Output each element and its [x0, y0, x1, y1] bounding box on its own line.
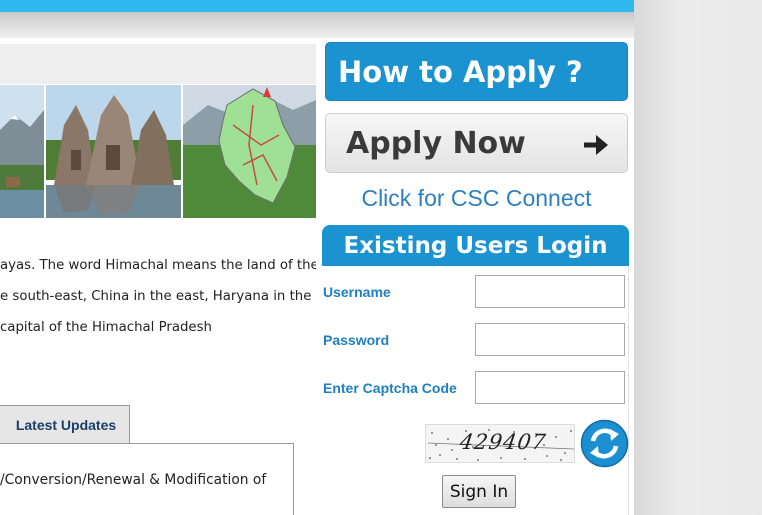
- apply-now-button[interactable]: Apply Now: [325, 113, 628, 173]
- how-to-apply-label: How to Apply ?: [338, 54, 583, 89]
- refresh-captcha-icon[interactable]: [580, 419, 629, 468]
- temple-photo: [46, 85, 181, 218]
- header-shadow: [0, 12, 634, 38]
- himachal-map-photo: [183, 85, 316, 218]
- page-background-right: [634, 0, 762, 515]
- password-field[interactable]: [475, 323, 625, 356]
- login-heading: Existing Users Login: [322, 225, 629, 266]
- about-text-line: e south-east, China in the east, Haryana…: [0, 289, 312, 304]
- captcha-image: 429407: [425, 424, 575, 463]
- password-label: Password: [323, 332, 390, 348]
- arrow-right-icon: [584, 135, 608, 155]
- username-label: Username: [323, 284, 391, 300]
- sign-in-button[interactable]: Sign In: [442, 475, 516, 508]
- about-text-line: ayas. The word Himachal means the land o…: [0, 258, 316, 273]
- mountain-photo: [0, 85, 44, 218]
- username-field[interactable]: [475, 275, 625, 308]
- about-text-line: capital of the Himachal Pradesh: [0, 320, 212, 335]
- captcha-label: Enter Captcha Code: [323, 380, 457, 396]
- apply-now-label: Apply Now: [346, 125, 526, 161]
- top-header-bar: [0, 0, 634, 12]
- tab-latest-updates[interactable]: Latest Updates: [0, 405, 130, 444]
- captcha-field[interactable]: [475, 371, 625, 404]
- main-page: ayas. The word Himachal means the land o…: [0, 0, 634, 515]
- captcha-text: 429407: [458, 430, 548, 454]
- how-to-apply-button[interactable]: How to Apply ?: [325, 42, 628, 101]
- csc-connect-link[interactable]: Click for CSC Connect: [325, 185, 628, 212]
- section-title-strip: [0, 44, 316, 84]
- update-item-link[interactable]: /Conversion/Renewal & Modification of: [0, 472, 266, 488]
